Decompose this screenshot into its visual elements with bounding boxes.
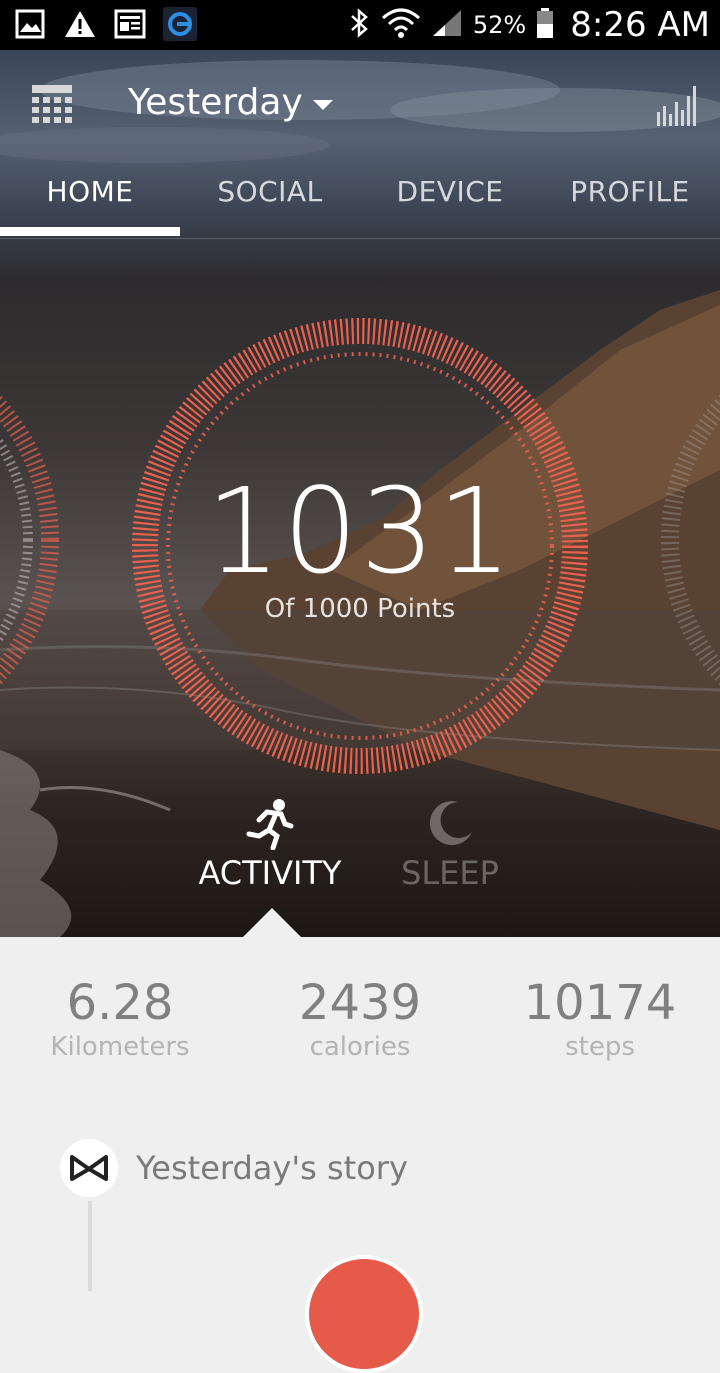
summary-panel: 6.28 Kilometers 2439 calories 10174 step…	[0, 937, 720, 1373]
story-header[interactable]: Yesterday's story	[60, 1139, 408, 1197]
score-value: 1031	[205, 462, 515, 600]
warning-icon	[62, 6, 98, 42]
calendar-icon	[32, 85, 72, 123]
score-subtitle: Of 1000 Points	[264, 594, 456, 624]
tab-home[interactable]: HOME	[0, 160, 180, 238]
metric-unit: steps	[565, 1031, 635, 1062]
date-selector[interactable]: Yesterday	[128, 82, 333, 123]
signal-icon	[431, 8, 463, 42]
hero-section: Yesterday HOME SOCIAL DEVICE PROFILE 103…	[0, 50, 720, 937]
wifi-icon	[381, 6, 421, 44]
app-icon	[162, 6, 198, 42]
selected-indicator	[242, 908, 302, 937]
stats-button[interactable]	[656, 84, 700, 128]
tab-device[interactable]: DEVICE	[360, 160, 540, 238]
battery-percent: 52%	[472, 11, 527, 39]
top-bar: Yesterday	[0, 50, 720, 160]
steps-metric: 10174 steps	[480, 977, 720, 1062]
date-label: Yesterday	[128, 82, 303, 123]
bar-chart-icon	[657, 86, 696, 126]
activity-label: ACTIVITY	[198, 854, 342, 892]
calories-metric: 2439 calories	[240, 977, 480, 1062]
distance-metric: 6.28 Kilometers	[0, 977, 240, 1062]
status-bar: 52% 8:26 AM	[0, 0, 720, 50]
tab-social[interactable]: SOCIAL	[180, 160, 360, 238]
sleep-tab[interactable]: SLEEP	[385, 798, 515, 892]
gallery-icon	[12, 6, 48, 42]
news-icon	[112, 6, 148, 42]
misfit-logo-icon	[60, 1139, 118, 1197]
mode-tabs: ACTIVITY SLEEP	[0, 798, 720, 937]
moon-icon	[429, 801, 472, 846]
metric-unit: calories	[309, 1031, 411, 1062]
main-tabs: HOME SOCIAL DEVICE PROFILE	[0, 160, 720, 239]
chevron-down-icon	[312, 99, 333, 110]
metric-unit: Kilometers	[50, 1031, 190, 1062]
calendar-button[interactable]	[30, 83, 74, 129]
activity-tab[interactable]: ACTIVITY	[190, 798, 350, 892]
battery-icon	[536, 7, 554, 43]
bluetooth-icon	[349, 7, 371, 43]
metric-value: 10174	[523, 975, 677, 1031]
sleep-label: SLEEP	[401, 854, 499, 892]
story-title: Yesterday's story	[136, 1149, 408, 1187]
metric-value: 6.28	[66, 975, 174, 1031]
running-icon	[246, 799, 294, 851]
story-event-dot[interactable]	[305, 1255, 423, 1373]
timeline-line	[88, 1201, 92, 1291]
clock: 8:26 AM	[570, 5, 710, 45]
metric-value: 2439	[298, 975, 422, 1031]
tab-profile[interactable]: PROFILE	[540, 160, 720, 238]
